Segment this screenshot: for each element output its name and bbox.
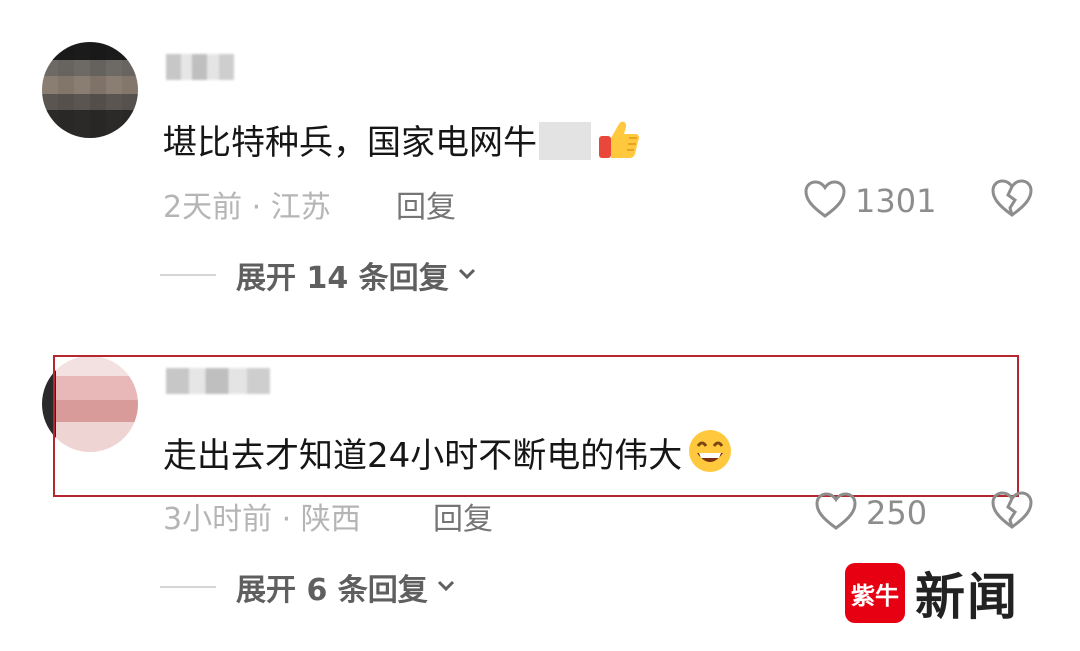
- expand-replies-label: 展开 6 条回复: [236, 573, 428, 608]
- highlight-box: [53, 355, 1019, 497]
- like-button[interactable]: 250: [814, 491, 927, 535]
- dislike-button[interactable]: [990, 490, 1034, 534]
- divider: [160, 274, 216, 276]
- like-button[interactable]: 1301: [803, 179, 936, 223]
- username-blurred[interactable]: [166, 54, 234, 80]
- reply-button[interactable]: 回复: [396, 182, 456, 226]
- comment-text: 堪比特种兵，国家电网牛: [163, 116, 641, 171]
- thumbs-up-icon: [595, 116, 641, 171]
- divider: [160, 586, 216, 588]
- like-count: 1301: [855, 182, 937, 220]
- brand-logo: 紫牛: [845, 563, 905, 623]
- like-count: 250: [866, 494, 928, 532]
- reply-button[interactable]: 回复: [433, 494, 493, 538]
- broken-heart-icon: [990, 491, 1034, 534]
- broken-heart-icon: [990, 179, 1034, 222]
- brand-name: 新闻: [915, 567, 1019, 626]
- heart-icon: [814, 491, 858, 535]
- avatar[interactable]: [42, 42, 138, 138]
- expand-replies[interactable]: 展开 14 条回复: [160, 253, 477, 297]
- chevron-down-icon: [436, 578, 456, 597]
- comment-meta: 3小时前 · 陕西: [163, 502, 361, 537]
- chevron-down-icon: [457, 266, 477, 285]
- dislike-button[interactable]: [990, 178, 1034, 222]
- watermark: 紫牛 新闻: [845, 557, 1019, 629]
- expand-replies-label: 展开 14 条回复: [236, 261, 449, 296]
- blurred-word: [539, 122, 591, 160]
- heart-icon: [803, 179, 847, 223]
- expand-replies[interactable]: 展开 6 条回复: [160, 565, 456, 609]
- comment-meta: 2天前 · 江苏: [163, 190, 331, 225]
